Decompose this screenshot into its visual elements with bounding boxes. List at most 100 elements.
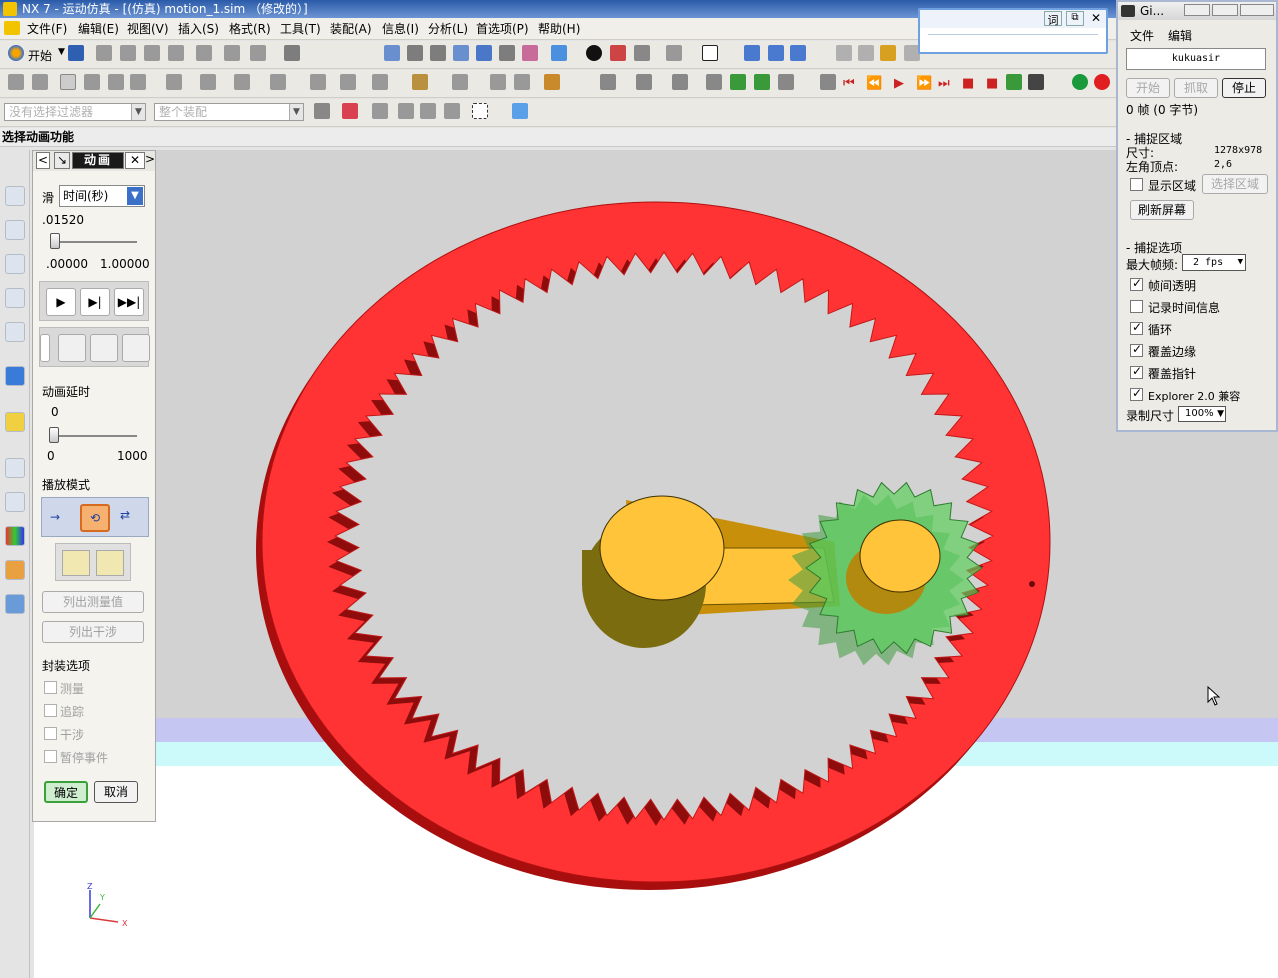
step-backward-icon[interactable]: ⏪: [866, 76, 882, 91]
solution-icon[interactable]: [372, 74, 388, 90]
rewind-icon[interactable]: ⏮: [843, 76, 855, 91]
step-forward-icon[interactable]: [754, 74, 770, 90]
wcs-dynamic-icon[interactable]: [790, 45, 806, 61]
max-fps-select[interactable]: 2 fps ▼: [1182, 254, 1246, 271]
refresh-screen-button[interactable]: 刷新屏幕: [1130, 200, 1194, 220]
menu-view[interactable]: 视图(V): [127, 21, 169, 37]
select-link-icon[interactable]: [372, 103, 388, 119]
stop-icon[interactable]: ■: [986, 76, 998, 91]
clock-icon[interactable]: [5, 458, 25, 478]
collapse-left-icon[interactable]: <: [36, 152, 50, 169]
joint-icon[interactable]: [108, 74, 124, 90]
pause-event-checkbox[interactable]: [44, 750, 57, 763]
link-icon[interactable]: [84, 74, 100, 90]
playback-tool-0[interactable]: [40, 334, 50, 362]
finish-icon[interactable]: [1006, 74, 1022, 90]
menu-assembly[interactable]: 装配(A): [330, 21, 372, 37]
fit-icon[interactable]: [384, 45, 400, 61]
section-icon[interactable]: [610, 45, 626, 61]
history-icon[interactable]: [5, 412, 25, 432]
start-button-label[interactable]: 开始: [28, 47, 52, 64]
pin-icon[interactable]: ↘: [54, 152, 70, 169]
save-icon[interactable]: [68, 45, 84, 61]
menu-preferences[interactable]: 首选项(P): [476, 21, 529, 37]
trace-link-icon[interactable]: [90, 334, 118, 362]
menu-analysis[interactable]: 分析(L): [428, 21, 468, 37]
capture-menu-file[interactable]: 文件: [1130, 27, 1154, 44]
pan-icon[interactable]: [499, 45, 515, 61]
color-icon[interactable]: [702, 45, 718, 61]
motion-navigator-icon[interactable]: [5, 288, 25, 308]
trace-joint-icon[interactable]: [58, 334, 86, 362]
export-icon[interactable]: [600, 74, 616, 90]
animation-icon[interactable]: [452, 74, 468, 90]
part-navigator-icon[interactable]: [5, 254, 25, 274]
palette-icon[interactable]: [5, 526, 25, 546]
checkered-flag-icon[interactable]: [1028, 74, 1044, 90]
redo-icon[interactable]: [250, 45, 266, 61]
minimize-button[interactable]: [1184, 4, 1210, 16]
master-model-icon[interactable]: [32, 74, 48, 90]
select-all-icon[interactable]: [444, 103, 460, 119]
render-style-icon[interactable]: [586, 45, 602, 61]
start-icon[interactable]: [8, 45, 24, 61]
interference-checkbox[interactable]: [44, 727, 57, 740]
show-area-checkbox[interactable]: [1130, 178, 1143, 191]
play-button[interactable]: ▶: [46, 288, 76, 316]
cut-icon[interactable]: [96, 45, 112, 61]
spreadsheet-icon[interactable]: [514, 74, 530, 90]
step-forward-play-icon[interactable]: ⏩: [916, 76, 932, 91]
maximize-button[interactable]: [1212, 4, 1238, 16]
step-back-icon[interactable]: [730, 74, 746, 90]
menu-edit[interactable]: 编辑(E): [78, 21, 119, 37]
paste-icon[interactable]: [144, 45, 160, 61]
wcs-icon[interactable]: [744, 45, 760, 61]
marker-icon[interactable]: [310, 74, 326, 90]
arc-mode-icon[interactable]: [96, 550, 124, 576]
play-icon[interactable]: ▶: [894, 76, 904, 91]
graphics-window[interactable]: Z X Y: [34, 150, 1278, 978]
popup-word-button[interactable]: 词: [1044, 11, 1062, 27]
connector-icon[interactable]: [130, 74, 146, 90]
snap-icon[interactable]: [836, 45, 852, 61]
background-icon[interactable]: [634, 45, 650, 61]
go-icon[interactable]: [1072, 74, 1088, 90]
copy-icon[interactable]: [120, 45, 136, 61]
cover-pointer-checkbox[interactable]: [1130, 364, 1143, 379]
menu-insert[interactable]: 插入(S): [178, 21, 219, 37]
fast-forward-button[interactable]: ▶▶|: [114, 288, 144, 316]
explode-icon[interactable]: [672, 74, 688, 90]
trace-checkbox[interactable]: [44, 704, 57, 717]
capture-start-button[interactable]: 开始: [1126, 78, 1170, 98]
record-time-checkbox[interactable]: [1130, 300, 1143, 313]
roles-icon[interactable]: [5, 560, 25, 580]
time-unit-select[interactable]: 时间(秒) ▼: [59, 185, 145, 207]
force-icon[interactable]: [234, 74, 250, 90]
menu-file[interactable]: 文件(F): [27, 21, 67, 37]
popup-close-icon[interactable]: ✕: [1088, 11, 1104, 26]
assembly-navigator-icon[interactable]: [5, 186, 25, 206]
loop-mode-icon[interactable]: ⟲: [80, 504, 110, 532]
menu-format[interactable]: 格式(R): [229, 21, 271, 37]
orient-view-icon[interactable]: [551, 45, 567, 61]
sensor-icon[interactable]: [340, 74, 356, 90]
zoom-icon[interactable]: [430, 45, 446, 61]
record-size-select[interactable]: 100% ▼: [1178, 406, 1226, 422]
popup-restore-icon[interactable]: ⧉: [1066, 11, 1084, 26]
layer-icon[interactable]: [666, 45, 682, 61]
list-interference-button[interactable]: 列出干涉: [42, 621, 144, 643]
repeat-icon[interactable]: [224, 45, 240, 61]
frame-transparent-checkbox[interactable]: [1130, 276, 1143, 291]
web-browser-icon[interactable]: [5, 366, 25, 386]
function-icon[interactable]: [60, 74, 76, 90]
constraint-navigator-icon[interactable]: [5, 220, 25, 240]
pause-icon[interactable]: ■: [962, 76, 974, 91]
loop-checkbox[interactable]: [1130, 320, 1143, 335]
reverse-mode-icon[interactable]: ⇄: [120, 508, 130, 522]
snap-point-icon[interactable]: [342, 103, 358, 119]
graph-icon[interactable]: [490, 74, 506, 90]
solver-icon[interactable]: [412, 74, 428, 90]
system-visualization-icon[interactable]: [5, 594, 25, 614]
close-window-button[interactable]: [1240, 4, 1274, 16]
measure-checkbox[interactable]: [44, 681, 57, 694]
